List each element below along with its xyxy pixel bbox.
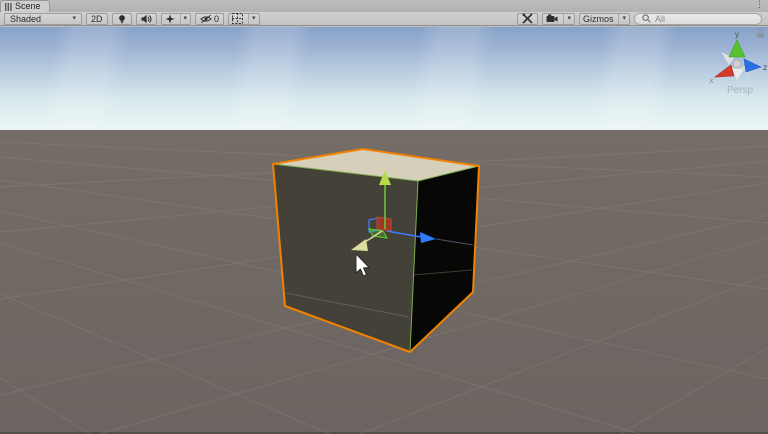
- gizmos-group: Gizmos ▾: [579, 13, 630, 25]
- scene-3d-overlay: y z x Persp: [0, 27, 768, 434]
- scene-viewport[interactable]: y z x Persp: [0, 27, 768, 434]
- orientation-gizmo[interactable]: y z x Persp: [709, 30, 767, 96]
- grid-icon: [232, 13, 243, 24]
- orientation-axis-x-cone[interactable]: [715, 65, 734, 77]
- crossed-tools-icon: [522, 13, 533, 24]
- plane-handle-red[interactable]: [377, 217, 391, 231]
- window-kebab-menu-icon[interactable]: ⋮: [755, 0, 764, 10]
- orientation-axis-y-cone[interactable]: [729, 40, 745, 57]
- lightbulb-icon: [117, 14, 127, 24]
- orientation-label-y: y: [735, 30, 740, 39]
- unity-scene-view-window: Scene ⋮ Shaded ▾ 2D: [0, 0, 768, 434]
- component-tools-button[interactable]: [517, 13, 538, 25]
- orientation-label-z: z: [763, 63, 767, 72]
- gizmos-dropdown-caret[interactable]: ▾: [618, 14, 629, 24]
- grid-group: ▾: [228, 13, 260, 25]
- cube-right-face: [410, 166, 479, 352]
- scene-visibility-toggle[interactable]: 0: [195, 13, 224, 25]
- speaker-icon: [141, 14, 152, 24]
- orientation-axis-z-cone[interactable]: [744, 59, 761, 72]
- cube-object[interactable]: [273, 149, 479, 352]
- effects-group: ▾: [161, 13, 192, 25]
- scene-view-toolbar: Shaded ▾ 2D ▾: [0, 12, 768, 26]
- gizmos-button[interactable]: Gizmos: [580, 14, 617, 24]
- draw-mode-dropdown[interactable]: Shaded ▾: [4, 13, 82, 25]
- chevron-down-icon: ▾: [72, 15, 76, 22]
- toggle-2d-button[interactable]: 2D: [86, 13, 108, 25]
- draw-mode-label: Shaded: [10, 14, 41, 24]
- scene-lighting-toggle[interactable]: [112, 13, 132, 25]
- search-icon: [642, 14, 651, 23]
- tab-bar: Scene ⋮: [0, 0, 768, 12]
- camera-dropdown-caret[interactable]: ▾: [563, 14, 574, 24]
- effects-dropdown-caret[interactable]: ▾: [180, 14, 191, 24]
- scene-effects-toggle[interactable]: [162, 14, 178, 24]
- orientation-label-x: x: [709, 76, 714, 85]
- grid-visibility-toggle[interactable]: [229, 14, 246, 24]
- tab-scene[interactable]: Scene: [0, 0, 50, 12]
- projection-mode-label[interactable]: Persp: [727, 85, 754, 96]
- eye-hidden-icon: [200, 14, 212, 24]
- scene-camera-group: ▾: [542, 13, 575, 25]
- scene-camera-settings-button[interactable]: [543, 14, 561, 24]
- gizmo-lock-icon[interactable]: [757, 30, 764, 38]
- scene-search-field[interactable]: All: [634, 13, 762, 25]
- grid-dropdown-caret[interactable]: ▾: [248, 14, 259, 24]
- cube-left-face: [273, 164, 418, 352]
- hidden-object-count: 0: [214, 14, 219, 24]
- scene-audio-toggle[interactable]: [136, 13, 157, 25]
- tab-scene-label: Scene: [15, 1, 41, 12]
- effects-star-icon: [165, 14, 175, 24]
- panel-tab-icon: [5, 3, 12, 11]
- search-placeholder: All: [655, 14, 665, 24]
- camera-icon: [546, 14, 558, 23]
- orientation-gizmo-center[interactable]: [733, 60, 741, 68]
